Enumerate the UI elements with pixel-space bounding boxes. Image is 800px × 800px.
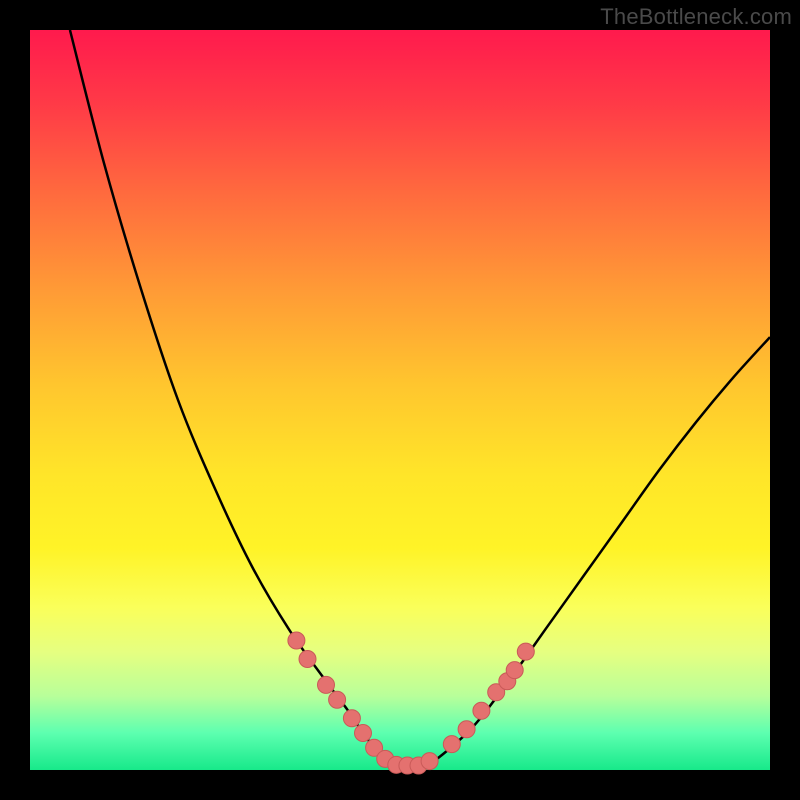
curve-marker [443,736,460,753]
curve-marker [318,676,335,693]
curve-markers [288,632,534,774]
curve-marker [299,651,316,668]
curve-marker [343,710,360,727]
bottleneck-curve [70,30,770,767]
curve-marker [458,721,475,738]
curve-marker [506,662,523,679]
chart-frame: TheBottleneck.com [0,0,800,800]
curve-marker [517,643,534,660]
plot-area [30,30,770,770]
curve-marker [288,632,305,649]
curve-marker [329,691,346,708]
curve-marker [355,725,372,742]
watermark-label: TheBottleneck.com [600,4,792,30]
curve-marker [473,702,490,719]
chart-svg [30,30,770,770]
curve-marker [421,753,438,770]
